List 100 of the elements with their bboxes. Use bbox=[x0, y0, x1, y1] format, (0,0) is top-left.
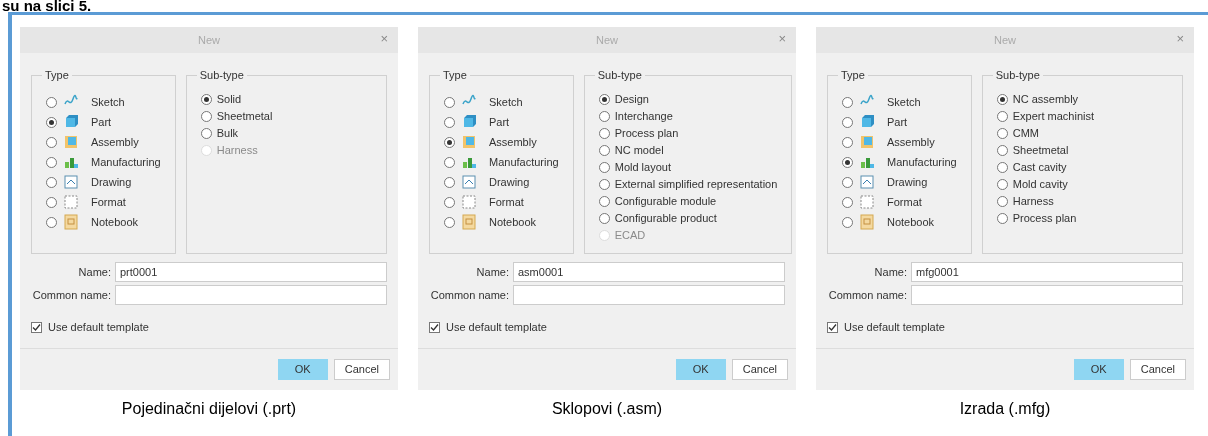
radio-button[interactable] bbox=[996, 94, 1008, 105]
radio-label: Harness bbox=[1012, 194, 1054, 210]
group-label: Sub-type bbox=[596, 68, 643, 83]
radio-button[interactable] bbox=[46, 156, 57, 168]
radio-button[interactable] bbox=[996, 111, 1008, 122]
radio-button[interactable] bbox=[996, 162, 1008, 173]
radio-button[interactable] bbox=[996, 213, 1008, 224]
common-name-field[interactable] bbox=[911, 285, 1183, 305]
radio-label: Configurable module bbox=[614, 194, 717, 210]
radio-button[interactable] bbox=[842, 136, 853, 148]
radio-button[interactable] bbox=[842, 116, 853, 128]
notebook-icon bbox=[461, 214, 477, 230]
radio-button[interactable] bbox=[598, 162, 610, 173]
radio-label: Format bbox=[887, 194, 922, 210]
name-field[interactable]: mfg0001 bbox=[911, 262, 1183, 282]
intro-text: su na slici 5. bbox=[1, 0, 93, 12]
cube-icon bbox=[63, 114, 79, 130]
radio-label: Drawing bbox=[489, 174, 530, 190]
radio-label: External simplified representation bbox=[614, 177, 778, 193]
radio-button[interactable] bbox=[996, 145, 1008, 156]
radio-button[interactable] bbox=[842, 96, 853, 108]
name-field[interactable]: prt0001 bbox=[115, 262, 387, 282]
radio-button[interactable] bbox=[46, 116, 57, 128]
radio-label: Cast cavity bbox=[1012, 160, 1067, 176]
radio-label: NC model bbox=[614, 143, 664, 159]
radio-button[interactable] bbox=[444, 156, 455, 168]
group-label: Type bbox=[442, 68, 468, 83]
radio-button[interactable] bbox=[46, 216, 57, 228]
group-label: Sub-type bbox=[198, 68, 245, 83]
checkbox[interactable] bbox=[827, 321, 838, 333]
cube-icon bbox=[461, 114, 477, 130]
checkbox[interactable] bbox=[429, 321, 440, 333]
radio-button[interactable] bbox=[444, 136, 455, 148]
dashed-frame-icon bbox=[461, 194, 477, 210]
cancel-button[interactable]: Cancel bbox=[333, 358, 390, 380]
checkbox-label: Use default template bbox=[48, 320, 149, 335]
radio-button[interactable] bbox=[46, 136, 57, 148]
common-name-field[interactable] bbox=[513, 285, 785, 305]
radio-button[interactable] bbox=[46, 96, 57, 108]
radio-button[interactable] bbox=[598, 111, 610, 122]
field-label: Common name: bbox=[31, 287, 111, 303]
radio-button[interactable] bbox=[842, 216, 853, 228]
radio-button[interactable] bbox=[598, 128, 610, 139]
radio-button[interactable] bbox=[444, 196, 455, 208]
checkbox[interactable] bbox=[31, 321, 42, 333]
radio-button[interactable] bbox=[444, 96, 455, 108]
radio-button[interactable] bbox=[996, 128, 1008, 139]
radio-label: Interchange bbox=[614, 109, 673, 125]
ok-button[interactable]: OK bbox=[675, 358, 726, 380]
name-field[interactable]: asm0001 bbox=[513, 262, 785, 282]
radio-label: Manufacturing bbox=[887, 154, 957, 170]
ok-button[interactable]: OK bbox=[1073, 358, 1124, 380]
radio-label: Bulk bbox=[216, 126, 239, 142]
radio-button[interactable] bbox=[598, 179, 610, 190]
drawing-sheet-icon bbox=[859, 174, 875, 190]
cancel-button[interactable]: Cancel bbox=[1129, 358, 1186, 380]
radio-button[interactable] bbox=[842, 156, 853, 168]
radio-button[interactable] bbox=[200, 111, 212, 122]
radio-button[interactable] bbox=[444, 116, 455, 128]
radio-label: Process plan bbox=[1012, 211, 1077, 227]
notebook-icon bbox=[859, 214, 875, 230]
radio-button[interactable] bbox=[444, 216, 455, 228]
radio-label: Part bbox=[887, 114, 908, 130]
figure-caption: Sklopovi (.asm) bbox=[551, 398, 663, 419]
radio-button[interactable] bbox=[200, 94, 212, 105]
field-label: Name: bbox=[475, 264, 509, 280]
radio-label: CMM bbox=[1012, 126, 1039, 142]
radio-button[interactable] bbox=[842, 196, 853, 208]
radio-label: ECAD bbox=[614, 228, 646, 244]
radio-label: Sketch bbox=[887, 94, 921, 110]
radio-button[interactable] bbox=[200, 128, 212, 139]
radio-button[interactable] bbox=[598, 196, 610, 207]
radio-button[interactable] bbox=[46, 196, 57, 208]
radio-label: Sketch bbox=[489, 94, 523, 110]
radio-button[interactable] bbox=[996, 196, 1008, 207]
radio-label: Mold cavity bbox=[1012, 177, 1068, 193]
figure-caption: Pojedinačni dijelovi (.prt) bbox=[121, 398, 297, 419]
radio-button[interactable] bbox=[842, 176, 853, 188]
radio-label: Process plan bbox=[614, 126, 679, 142]
group-label: Sub-type bbox=[994, 68, 1041, 83]
figure-caption: Izrada (.mfg) bbox=[959, 398, 1051, 419]
radio-label: Format bbox=[91, 194, 126, 210]
drawing-sheet-icon bbox=[461, 174, 477, 190]
radio-label: Solid bbox=[216, 92, 242, 108]
common-name-field[interactable] bbox=[115, 285, 387, 305]
radio-button[interactable] bbox=[996, 179, 1008, 190]
radio-label: Format bbox=[489, 194, 524, 210]
field-label: Name: bbox=[873, 264, 907, 280]
cancel-button[interactable]: Cancel bbox=[731, 358, 788, 380]
radio-label: Part bbox=[489, 114, 510, 130]
radio-button[interactable] bbox=[444, 176, 455, 188]
radio-label: Assembly bbox=[91, 134, 139, 150]
radio-label: Drawing bbox=[91, 174, 132, 190]
radio-button[interactable] bbox=[598, 94, 610, 105]
ok-button[interactable]: OK bbox=[277, 358, 328, 380]
radio-button[interactable] bbox=[598, 213, 610, 224]
radio-button[interactable] bbox=[46, 176, 57, 188]
radio-label: Sheetmetal bbox=[1012, 143, 1069, 159]
field-label: Common name: bbox=[429, 287, 509, 303]
radio-button[interactable] bbox=[598, 145, 610, 156]
